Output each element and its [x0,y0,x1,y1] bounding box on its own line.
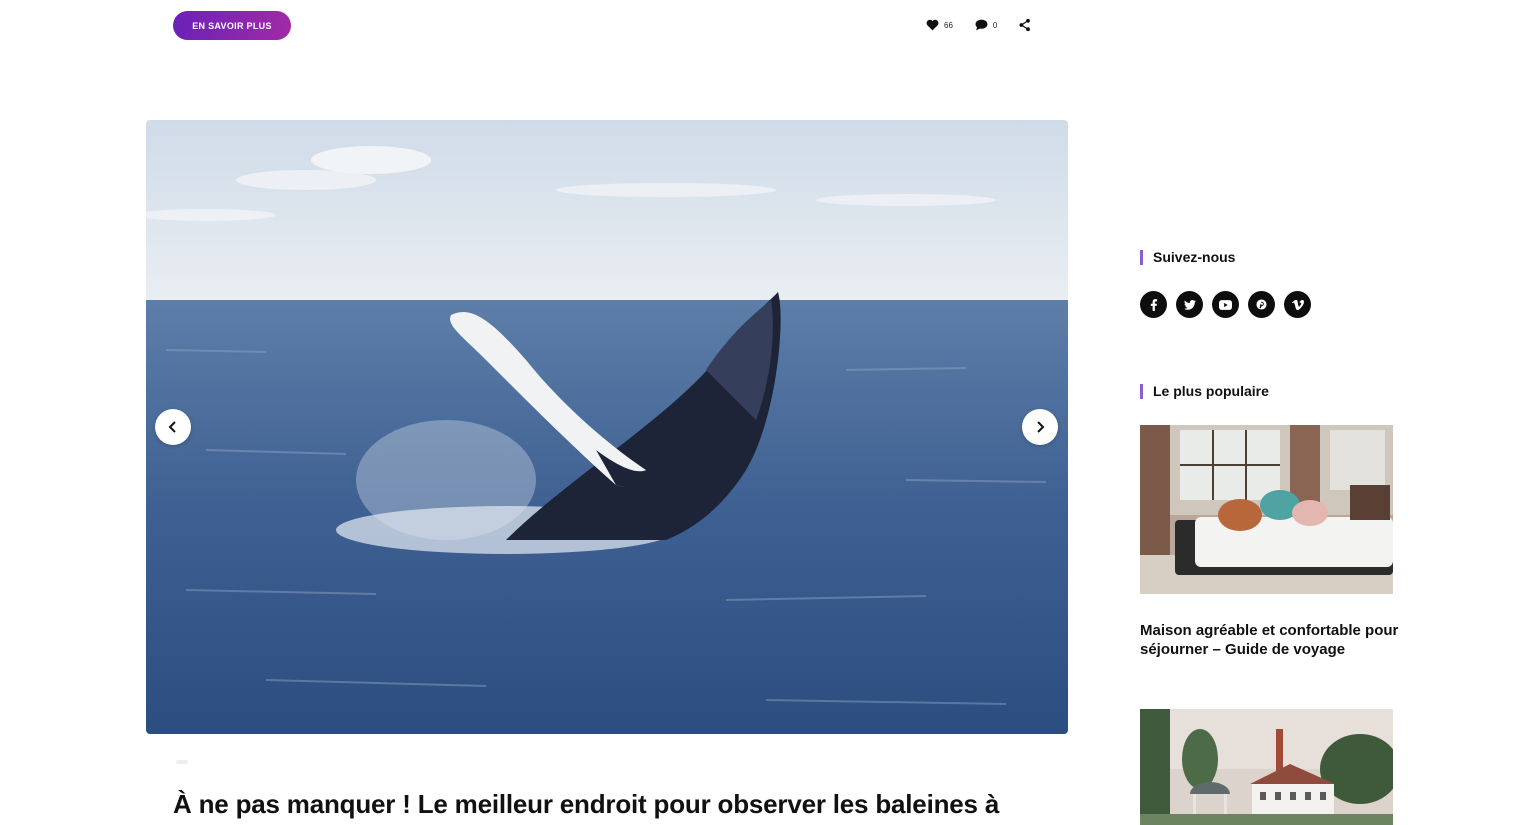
likes[interactable]: 66 [926,19,953,31]
heading-accent-bar [1140,383,1143,399]
twitter-icon[interactable] [1176,291,1203,318]
share-icon [1019,18,1031,32]
likes-count: 66 [944,20,953,30]
follow-heading: Suivez-nous [1140,249,1235,265]
resort-photo [1140,709,1393,825]
post-meta: 66 0 [926,18,1036,32]
pinterest-icon[interactable] [1248,291,1275,318]
featured-image-slider[interactable] [146,120,1068,734]
comments-count: 0 [992,20,998,30]
popular-post-thumbnail[interactable] [1140,425,1393,594]
popular-post-thumbnail-2[interactable] [1140,709,1393,825]
comment-icon [975,19,988,31]
chevron-left-icon [168,421,176,433]
chevron-right-icon [1037,421,1045,433]
slider-next-button[interactable] [1022,409,1058,445]
youtube-icon[interactable] [1212,291,1239,318]
popular-heading-text: Le plus populaire [1153,383,1269,399]
follow-heading-text: Suivez-nous [1153,249,1236,265]
article-title: À ne pas manquer ! Le meilleur endroit p… [173,789,1000,819]
read-more-button[interactable]: EN SAVOIR PLUS [173,11,291,40]
popular-heading: Le plus populaire [1140,383,1269,399]
image-caption-placeholder [176,760,188,764]
vimeo-icon[interactable] [1284,291,1311,318]
heart-icon [926,19,939,31]
popular-post-title[interactable]: Maison agréable et confortable pour séjo… [1140,621,1400,659]
slider-prev-button[interactable] [155,409,191,445]
heading-accent-bar [1140,249,1143,265]
page: EN SAVOIR PLUS 66 0 À ne pas manquer ! L… [0,0,1536,825]
facebook-icon[interactable] [1140,291,1167,318]
share[interactable] [1019,18,1036,32]
comments[interactable]: 0 [975,19,997,31]
whale-photo [146,120,1068,734]
social-links [1140,291,1320,318]
bedroom-photo [1140,425,1393,594]
